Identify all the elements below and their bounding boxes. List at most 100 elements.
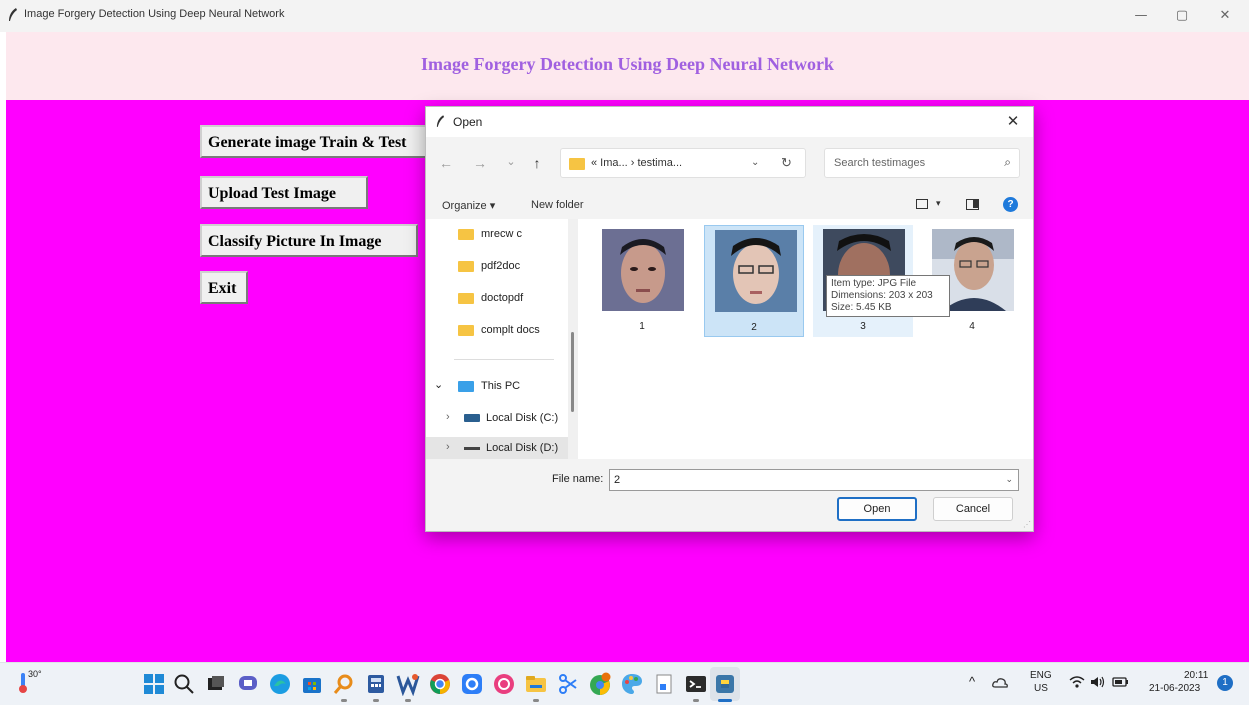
tray-chevron-icon[interactable]: ^: [969, 674, 975, 689]
cancel-button[interactable]: Cancel: [933, 497, 1013, 521]
nav-scrollbar[interactable]: [568, 219, 578, 459]
search-icon[interactable]: [172, 672, 196, 696]
chrome-profile-icon[interactable]: [588, 672, 612, 696]
nav-folder-item[interactable]: complt docs: [426, 319, 566, 341]
expand-chevron-icon[interactable]: ⌄: [434, 378, 443, 391]
nav-folder-item[interactable]: doctopdf: [426, 287, 566, 309]
command-bar: Organize ▾ New folder ▾ ?: [426, 191, 1033, 219]
region-indicator[interactable]: US: [1034, 683, 1048, 694]
address-path: « Ima... › testima...: [591, 157, 683, 169]
classify-picture-button[interactable]: Classify Picture In Image: [200, 224, 418, 257]
nav-this-pc[interactable]: ⌄ This PC: [426, 375, 566, 397]
file-tooltip: Item type: JPG File Dimensions: 203 x 20…: [826, 275, 950, 317]
task-view-icon[interactable]: [204, 672, 228, 696]
preview-pane-icon[interactable]: [966, 199, 979, 210]
microsoft-store-icon[interactable]: [300, 672, 324, 696]
resize-grip-icon[interactable]: ⋰: [1023, 520, 1031, 529]
refresh-icon[interactable]: ↻: [781, 155, 792, 171]
organize-menu[interactable]: Organize ▾: [442, 199, 495, 212]
python-icon[interactable]: [713, 672, 737, 696]
search-icon: ⌕: [1004, 155, 1011, 169]
address-bar[interactable]: « Ima... › testima... ⌄ ↻: [560, 148, 806, 178]
nav-drive-c[interactable]: › Local Disk (C:): [426, 407, 566, 429]
edge-browser-icon[interactable]: [268, 672, 292, 696]
battery-icon[interactable]: [1112, 675, 1130, 689]
generate-train-test-button[interactable]: Generate image Train & Test: [200, 125, 430, 158]
minimize-button[interactable]: —: [1123, 4, 1159, 28]
new-folder-button[interactable]: New folder: [531, 199, 584, 211]
file-name-label: File name:: [552, 473, 604, 485]
up-arrow-icon[interactable]: ↑: [529, 155, 545, 171]
maximize-button[interactable]: ▢: [1164, 4, 1200, 28]
recent-locations-icon[interactable]: ⌄: [503, 155, 519, 168]
app-icon[interactable]: [460, 672, 484, 696]
view-icon[interactable]: [916, 199, 928, 209]
chevron-down-icon[interactable]: ⌄: [751, 157, 759, 168]
document-icon[interactable]: [652, 672, 676, 696]
forward-arrow-icon[interactable]: →: [472, 155, 488, 171]
tooltip-size: Size: 5.45 KB: [831, 302, 892, 313]
calculator-icon[interactable]: [364, 672, 388, 696]
search-tool-icon[interactable]: [332, 672, 356, 696]
nav-drive-d-label: Local Disk (D:): [486, 442, 559, 454]
language-indicator[interactable]: ENG: [1030, 670, 1052, 681]
wifi-icon[interactable]: [1069, 675, 1085, 689]
view-dropdown-icon[interactable]: ▾: [936, 198, 941, 209]
search-placeholder: Search testimages: [834, 157, 926, 169]
running-indicator: [341, 699, 347, 702]
back-arrow-icon[interactable]: ←: [438, 155, 454, 171]
close-window-button[interactable]: ✕: [1207, 4, 1243, 28]
drive-icon: [464, 447, 480, 450]
chevron-down-icon[interactable]: ⌄: [1005, 474, 1013, 485]
clock-date[interactable]: 21-06-2023: [1149, 683, 1200, 694]
chrome-icon[interactable]: [428, 672, 452, 696]
expand-chevron-icon[interactable]: ›: [446, 411, 450, 423]
tooltip-dimensions: Dimensions: 203 x 203: [831, 290, 933, 301]
nav-folder-label: mrecw c: [481, 228, 522, 240]
dialog-close-button[interactable]: ✕: [1001, 111, 1025, 133]
exit-button[interactable]: Exit: [200, 271, 248, 304]
chat-icon[interactable]: [236, 672, 260, 696]
upload-test-image-button[interactable]: Upload Test Image: [200, 176, 368, 209]
app-icon[interactable]: [492, 672, 516, 696]
onedrive-icon[interactable]: [992, 676, 1008, 690]
file-name-input[interactable]: 2 ⌄: [609, 469, 1019, 491]
scrollbar-thumb[interactable]: [571, 332, 574, 412]
snipping-tool-icon[interactable]: [556, 672, 580, 696]
open-button[interactable]: Open: [837, 497, 917, 521]
help-icon[interactable]: ?: [1003, 197, 1018, 212]
dialog-nav-bar: ← → ⌄ ↑ « Ima... › testima... ⌄ ↻ Search…: [426, 137, 1033, 189]
window-title: Image Forgery Detection Using Deep Neura…: [24, 8, 285, 20]
nav-drive-d[interactable]: › Local Disk (D:): [426, 437, 576, 459]
computer-icon: [458, 381, 474, 392]
running-indicator: [405, 699, 411, 702]
drive-icon: [464, 414, 480, 422]
notification-badge[interactable]: 1: [1217, 675, 1233, 691]
paint-icon[interactable]: [620, 672, 644, 696]
nav-drive-c-label: Local Disk (C:): [486, 412, 559, 424]
active-indicator: [718, 699, 732, 702]
file-explorer-icon[interactable]: [524, 672, 548, 696]
file-name-value: 2: [614, 474, 621, 486]
volume-icon[interactable]: [1090, 675, 1106, 689]
nav-folder-item[interactable]: mrecw c: [426, 223, 566, 245]
file-tile[interactable]: 1: [592, 225, 692, 337]
dialog-titlebar: Open ✕: [426, 107, 1033, 137]
nav-folder-item[interactable]: pdf2doc: [426, 255, 566, 277]
file-name: 2: [751, 322, 757, 333]
nav-divider: [454, 359, 554, 360]
weather-widget[interactable]: 30°: [16, 669, 50, 699]
file-tile[interactable]: 2: [704, 225, 804, 337]
search-input[interactable]: Search testimages ⌕: [824, 148, 1020, 178]
wordpad-icon[interactable]: [396, 672, 420, 696]
file-name: 3: [860, 321, 866, 332]
nav-folder-label: doctopdf: [481, 292, 524, 304]
dialog-title: Open: [453, 115, 483, 129]
expand-chevron-icon[interactable]: ›: [446, 441, 450, 453]
feather-icon: [436, 115, 445, 127]
clock-time[interactable]: 20:11: [1184, 670, 1208, 681]
terminal-icon[interactable]: [684, 672, 708, 696]
windows-start-icon[interactable]: [142, 672, 166, 696]
running-indicator: [693, 699, 699, 702]
folder-icon: [458, 229, 474, 240]
